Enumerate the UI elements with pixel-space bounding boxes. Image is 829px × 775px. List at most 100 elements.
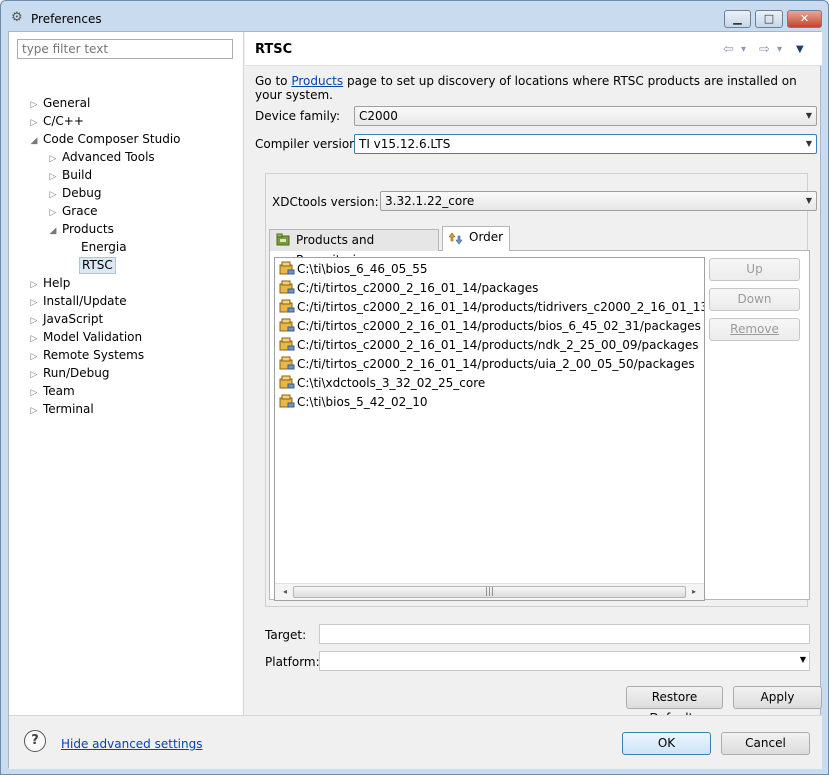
chevron-down-icon: ▼	[805, 196, 812, 205]
repository-order-list[interactable]: C:\ti\bios_5_42_02_10 C:\ti\xdctools_3_32…	[274, 257, 705, 601]
tree-item-label: Products	[62, 222, 114, 236]
tree-item[interactable]: ▷ Debug	[46, 184, 103, 202]
xdctools-version-select[interactable]: 3.32.1.22_core ▼	[380, 191, 817, 211]
device-family-select[interactable]: C2000 ▼	[354, 106, 817, 126]
scroll-right-icon[interactable]: ▸	[686, 584, 702, 600]
remove-button[interactable]: Remove	[709, 318, 800, 341]
tree-item[interactable]: ▷ Grace	[46, 202, 100, 220]
tab-products-and-repositories[interactable]: Products and Repositories	[269, 229, 439, 267]
list-item[interactable]: C:/ti/tirtos_c2000_2_16_01_14/products/b…	[279, 317, 701, 336]
tree-item-label: Code Composer Studio	[43, 132, 181, 146]
back-menu-chevron-icon[interactable]: ▾	[741, 44, 746, 55]
target-input[interactable]	[319, 624, 810, 644]
tree-item[interactable]: ◢ Code Composer Studio	[27, 130, 183, 148]
horizontal-scrollbar[interactable]: ◂ ||| ▸	[275, 583, 704, 600]
view-menu-icon[interactable]: ▼	[796, 44, 804, 55]
tree-item-label: Debug	[62, 186, 102, 200]
tree-item-label: Build	[62, 168, 93, 182]
tree-item-label: JavaScript	[43, 312, 104, 326]
tree-item-label: Team	[43, 384, 75, 398]
close-button[interactable]: ✕	[787, 10, 822, 28]
tree-item[interactable]: ▷ C/C++	[27, 112, 86, 130]
repository-jar-icon	[279, 394, 295, 408]
target-label: Target:	[265, 628, 307, 642]
dialog-client: ▷General▷C/C++◢Code Composer Studio▷Adva…	[8, 31, 822, 769]
platform-label: Platform:	[265, 655, 320, 669]
tree-item[interactable]: ▷ JavaScript	[27, 310, 105, 328]
tree-item[interactable]: ▷ Remote Systems	[27, 346, 146, 364]
maximize-button[interactable]: □	[755, 10, 783, 28]
forward-arrow-icon[interactable]: ⇨	[759, 42, 770, 57]
compiler-version-label: Compiler version:	[255, 137, 361, 151]
preferences-window: ⚙ Preferences ▁ □ ✕ ▷General▷C/C++◢Code …	[0, 0, 829, 775]
scroll-thumb[interactable]: |||	[293, 586, 686, 598]
tree-item-label: Model Validation	[43, 330, 143, 344]
tree-item[interactable]: Energia	[65, 238, 129, 256]
cancel-button[interactable]: Cancel	[721, 732, 810, 755]
tree-item[interactable]: ▷ Advanced Tools	[46, 148, 157, 166]
dialog-button-bar: ? Hide advanced settings OK Cancel	[9, 715, 822, 769]
tree-item-label: Grace	[62, 204, 98, 218]
page-title: RTSC	[255, 42, 293, 57]
repository-path: C:\ti\bios_6_46_05_55	[297, 262, 428, 276]
repository-jar-icon	[279, 261, 295, 275]
apply-button[interactable]: Apply	[733, 686, 822, 709]
list-item[interactable]: C:\ti\bios_6_46_05_55	[279, 260, 428, 279]
tree-item[interactable]: ◢ Products	[46, 220, 116, 238]
device-family-label: Device family:	[255, 109, 341, 123]
tree-item-label: C/C++	[43, 114, 84, 128]
expanded-arrow-icon[interactable]: ◢	[46, 222, 60, 240]
repository-jar-icon	[279, 337, 295, 351]
hide-advanced-settings-link[interactable]: Hide advanced settings	[61, 737, 202, 751]
tree-item[interactable]: ▷ Build	[46, 166, 94, 184]
repository-path: C:/ti/tirtos_c2000_2_16_01_14/products/n…	[297, 338, 699, 352]
sort-order-icon	[449, 232, 463, 245]
title-bar[interactable]: ⚙ Preferences ▁ □ ✕	[1, 1, 828, 35]
tree-item-label: Install/Update	[43, 294, 127, 308]
chevron-down-icon: ▼	[805, 139, 812, 148]
page-header: RTSC ⇦ ▾ ⇨ ▾ ▼	[245, 32, 822, 66]
products-link[interactable]: Products	[291, 74, 343, 88]
expanded-arrow-icon[interactable]: ◢	[27, 132, 41, 150]
ok-button[interactable]: OK	[622, 732, 711, 755]
tree-item-label: Help	[43, 276, 71, 290]
xdctools-version-label: XDCtools version:	[272, 195, 379, 209]
repository-path: C:\ti\bios_5_42_02_10	[297, 395, 428, 409]
repository-path: C:/ti/tirtos_c2000_2_16_01_14/packages	[297, 281, 539, 295]
restore-defaults-button[interactable]: Restore Defaults	[626, 686, 723, 725]
tree-item[interactable]: ▷ General	[27, 94, 92, 112]
down-button[interactable]: Down	[709, 288, 800, 311]
tree-item[interactable]: RTSC	[65, 256, 116, 274]
scroll-left-icon[interactable]: ◂	[277, 584, 293, 600]
list-item[interactable]: C:\ti\xdctools_3_32_02_25_core	[279, 374, 485, 393]
help-icon[interactable]: ?	[24, 730, 46, 752]
platform-combo[interactable]: ▼	[319, 651, 810, 671]
tree-item[interactable]: ▷ Model Validation	[27, 328, 144, 346]
repository-path: C:/ti/tirtos_c2000_2_16_01_14/products/b…	[297, 319, 701, 333]
tree-item[interactable]: ▷ Run/Debug	[27, 364, 112, 382]
list-item[interactable]: C:\ti\bios_5_42_02_10	[279, 393, 428, 412]
tree-item[interactable]: ▷ Team	[27, 382, 77, 400]
list-item[interactable]: C:/ti/tirtos_c2000_2_16_01_14/products/n…	[279, 336, 698, 355]
up-button[interactable]: Up	[709, 258, 800, 281]
forward-menu-chevron-icon[interactable]: ▾	[777, 44, 782, 55]
minimize-button[interactable]: ▁	[724, 10, 751, 28]
tab-order[interactable]: Order	[442, 226, 510, 251]
tree-item-label: Remote Systems	[43, 348, 145, 362]
filter-input[interactable]	[17, 39, 233, 59]
tree-item[interactable]: ▷ Install/Update	[27, 292, 129, 310]
list-item[interactable]: C:/ti/tirtos_c2000_2_16_01_14/products/t…	[279, 298, 704, 317]
page-pane: RTSC ⇦ ▾ ⇨ ▾ ▼ Go to Products page to se…	[245, 32, 822, 725]
tree-item[interactable]: ▷ Terminal	[27, 400, 96, 418]
back-arrow-icon[interactable]: ⇦	[723, 42, 734, 57]
list-item[interactable]: C:/ti/tirtos_c2000_2_16_01_14/packages	[279, 279, 538, 298]
list-item[interactable]: C:/ti/tirtos_c2000_2_16_01_14/products/u…	[279, 355, 695, 374]
tree-item-label: Terminal	[43, 402, 94, 416]
repository-jar-icon	[279, 356, 295, 370]
collapsed-arrow-icon[interactable]: ▷	[27, 402, 41, 420]
intro-text: Go to Products page to set up discovery …	[255, 74, 797, 102]
compiler-version-select[interactable]: TI v15.12.6.LTS ▼	[354, 134, 817, 154]
tree-item[interactable]: ▷ Help	[27, 274, 72, 292]
repository-jar-icon	[279, 280, 295, 294]
tree-item-label: General	[43, 96, 91, 110]
